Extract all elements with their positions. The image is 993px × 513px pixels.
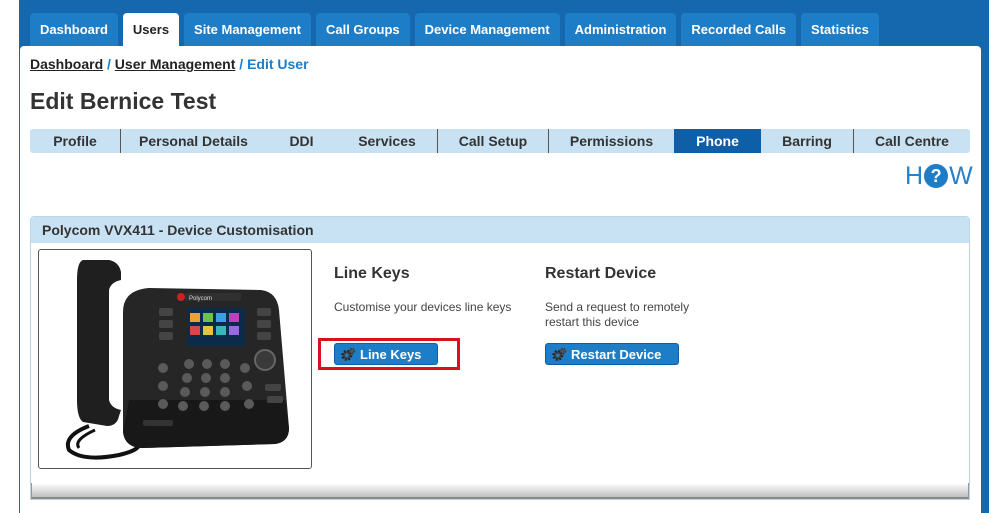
nav-tab-device-management[interactable]: Device Management bbox=[414, 13, 560, 46]
subtab-phone[interactable]: Phone bbox=[674, 129, 761, 153]
panel-header: Polycom VVX411 - Device Customisation bbox=[31, 217, 969, 243]
breadcrumb-dashboard-link[interactable]: Dashboard bbox=[30, 56, 103, 72]
breadcrumb: Dashboard / User Management / Edit User bbox=[30, 56, 309, 72]
how-logo-h: H bbox=[905, 161, 924, 190]
phone-brand-text: Polycom bbox=[189, 296, 212, 302]
help-question-icon: ? bbox=[924, 164, 949, 188]
user-subtabs: Profile Personal Details DDI Services Ca… bbox=[30, 129, 970, 153]
line-keys-section: Line Keys Customise your devices line ke… bbox=[334, 265, 514, 315]
nav-tab-users[interactable]: Users bbox=[122, 13, 180, 46]
subtab-call-centre[interactable]: Call Centre bbox=[854, 129, 970, 153]
nav-tab-dashboard[interactable]: Dashboard bbox=[30, 13, 118, 46]
how-logo-w: W bbox=[949, 161, 973, 190]
subtab-services[interactable]: Services bbox=[337, 129, 438, 153]
gear-icon bbox=[552, 347, 567, 361]
restart-device-button[interactable]: Restart Device bbox=[545, 343, 679, 365]
how-logo[interactable]: H ? W bbox=[905, 162, 973, 190]
line-keys-title: Line Keys bbox=[334, 265, 410, 282]
subtab-permissions[interactable]: Permissions bbox=[549, 129, 674, 153]
nav-tab-site-management[interactable]: Site Management bbox=[184, 13, 311, 46]
line-keys-highlight-box bbox=[318, 338, 460, 370]
right-margin bbox=[989, 0, 993, 513]
subtab-call-setup[interactable]: Call Setup bbox=[438, 129, 549, 153]
breadcrumb-user-management-link[interactable]: User Management bbox=[115, 56, 236, 72]
phone-image: Polycom bbox=[38, 249, 312, 469]
panel-footer bbox=[31, 483, 969, 499]
breadcrumb-separator: / bbox=[239, 56, 244, 72]
device-customisation-panel: Polycom VVX411 - Device Customisation Po… bbox=[30, 216, 970, 500]
breadcrumb-current: Edit User bbox=[247, 56, 309, 72]
restart-device-section: Restart Device Send a request to remotel… bbox=[545, 265, 720, 330]
subtab-barring[interactable]: Barring bbox=[761, 129, 854, 153]
nav-tab-statistics[interactable]: Statistics bbox=[801, 13, 879, 46]
subtab-personal-details[interactable]: Personal Details bbox=[121, 129, 266, 153]
page-title: Edit Bernice Test bbox=[30, 88, 217, 114]
nav-tab-recorded-calls[interactable]: Recorded Calls bbox=[681, 13, 797, 46]
breadcrumb-separator: / bbox=[107, 56, 111, 72]
restart-device-button-label: Restart Device bbox=[571, 346, 662, 362]
line-keys-description: Customise your devices line keys bbox=[334, 300, 512, 314]
page-content: Dashboard / User Management / Edit User … bbox=[20, 46, 981, 513]
restart-device-description: Send a request to remotely restart this … bbox=[545, 300, 690, 329]
desk-phone-icon: Polycom bbox=[66, 260, 289, 460]
subtab-ddi[interactable]: DDI bbox=[266, 129, 337, 153]
main-nav: Dashboard Users Site Management Call Gro… bbox=[30, 13, 884, 46]
restart-device-title: Restart Device bbox=[545, 265, 657, 282]
left-margin bbox=[0, 0, 19, 513]
nav-tab-call-groups[interactable]: Call Groups bbox=[315, 13, 410, 46]
nav-tab-administration[interactable]: Administration bbox=[564, 13, 677, 46]
subtab-profile[interactable]: Profile bbox=[30, 129, 121, 153]
